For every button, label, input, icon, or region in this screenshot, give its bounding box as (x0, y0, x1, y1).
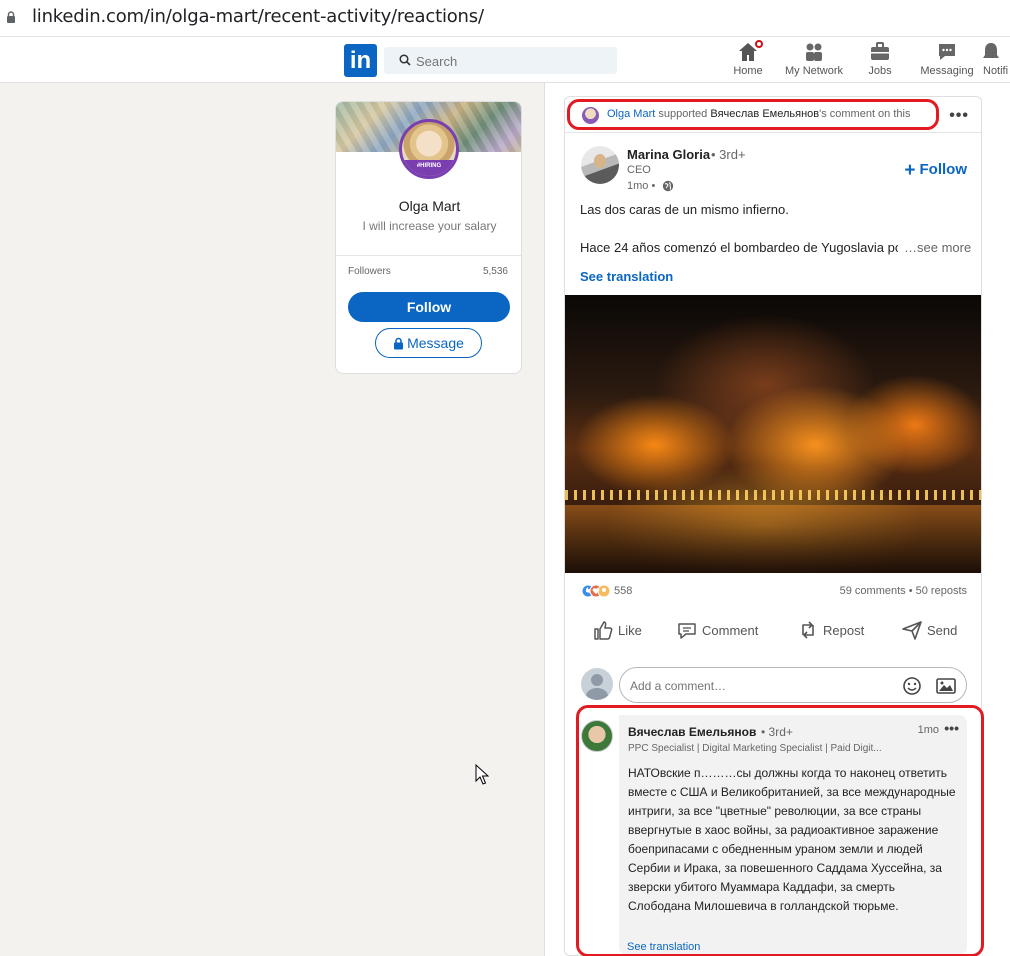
profile-name[interactable]: Olga Mart (336, 198, 521, 214)
post-text-line: Hace 24 años comenzó el bombardeo de Yug… (580, 240, 898, 255)
nav-home[interactable]: Home (710, 38, 786, 81)
nav-home-label: Home (733, 65, 763, 77)
commenter-name[interactable]: Вячеслав Емельянов (628, 725, 756, 739)
commenter-avatar[interactable] (581, 720, 613, 752)
more-options-icon[interactable]: ••• (949, 107, 969, 125)
like-button[interactable]: Like (592, 619, 642, 641)
message-button-label: Message (407, 335, 464, 351)
profile-headline: I will increase your salary (362, 219, 497, 233)
bell-icon (980, 41, 1002, 63)
divider (336, 255, 521, 256)
comment-time: 1mo (917, 724, 939, 736)
mouse-cursor-icon (475, 764, 489, 785)
browser-address-bar[interactable]: linkedin.com/in/olga-mart/recent-activit… (0, 0, 1010, 37)
emoji-icon[interactable] (902, 676, 922, 696)
nav-notifications[interactable]: Notifi (975, 41, 1010, 81)
thumbs-up-icon (594, 621, 613, 640)
nav-my-network-label: My Network (784, 65, 844, 77)
nav-my-network[interactable]: My Network (776, 41, 852, 81)
see-translation-link[interactable]: See translation (580, 269, 673, 284)
follow-button[interactable]: Follow (348, 292, 510, 322)
notification-badge (753, 38, 765, 50)
like-label: Like (618, 623, 642, 638)
messaging-icon (936, 41, 958, 63)
hiring-badge: #HIRING (402, 160, 456, 176)
repost-button[interactable]: Repost (797, 619, 864, 641)
nav-messaging-label: Messaging (920, 65, 974, 77)
comment-bubble: Вячеслав Емельянов • 3rd+ 1mo ••• PPC Sp… (619, 715, 967, 955)
home-icon (737, 38, 765, 63)
follow-author-button[interactable]: + Follow (904, 160, 967, 182)
followers-count: 5,536 (482, 266, 508, 277)
activity-suffix: 's comment on this (819, 108, 911, 120)
comment-button[interactable]: Comment (676, 619, 758, 641)
feed-post: Olga Mart supported Вячеслав Емельянов's… (564, 96, 982, 956)
url-text[interactable]: linkedin.com/in/olga-mart/recent-activit… (32, 6, 484, 27)
people-icon (803, 41, 825, 63)
author-name[interactable]: Marina Gloria (627, 147, 710, 162)
comment-input[interactable] (630, 676, 890, 696)
repost-icon (802, 621, 814, 639)
see-more-link[interactable]: …see more (904, 240, 971, 255)
nav-jobs[interactable]: Jobs (842, 41, 918, 81)
message-button[interactable]: Message (375, 328, 482, 358)
search-icon (399, 54, 411, 66)
followers-label: Followers (348, 266, 391, 277)
author-title: CEO (627, 164, 651, 176)
profile-avatar[interactable]: #HIRING (399, 119, 459, 179)
search-bar[interactable] (384, 47, 617, 74)
activity-text: Olga Mart supported Вячеслав Емельянов's… (607, 108, 910, 120)
current-user-avatar (581, 668, 613, 700)
send-button[interactable]: Send (901, 619, 957, 641)
commenter-headline: PPC Specialist | Digital Marketing Speci… (628, 743, 882, 754)
reactions-count[interactable]: 558 (614, 585, 632, 597)
activity-header: Olga Mart supported Вячеслав Емельянов's… (565, 97, 981, 133)
lock-icon (394, 337, 404, 350)
profile-card: #HIRING Olga Mart I will increase your s… (335, 101, 522, 374)
send-label: Send (927, 623, 958, 638)
comment-text: НАТОвские п………сы должны когда то наконец… (628, 766, 956, 913)
follow-author-label: Follow (919, 161, 968, 178)
plus-icon: + (904, 160, 916, 181)
linkedin-global-nav: in Home My Network Jobs Messaging (0, 37, 1010, 83)
image-icon[interactable] (936, 677, 956, 695)
search-input[interactable] (416, 51, 606, 71)
target-name-link[interactable]: Вячеслав Емельянов (710, 108, 819, 120)
actor-avatar[interactable] (582, 107, 599, 124)
linkedin-logo[interactable]: in (344, 44, 377, 77)
activity-verb: supported (658, 108, 708, 120)
comments-reposts-count[interactable]: 59 comments • 50 reposts (840, 585, 967, 597)
comment-label: Comment (702, 623, 759, 638)
comment-see-translation-link[interactable]: See translation (627, 941, 700, 953)
send-icon (902, 621, 922, 640)
connection-degree: • 3rd+ (711, 147, 746, 162)
city-lights (565, 490, 981, 500)
nav-notifications-label: Notifi (983, 65, 1009, 77)
nav-jobs-label: Jobs (868, 65, 892, 77)
briefcase-icon (869, 41, 891, 63)
post-image[interactable] (565, 295, 981, 573)
author-avatar[interactable] (581, 146, 619, 184)
globe-icon (662, 180, 674, 192)
comment-options-icon[interactable]: ••• (944, 720, 959, 736)
actor-name-link[interactable]: Olga Mart (607, 108, 655, 120)
post-time: 1mo • (627, 180, 656, 192)
comment-icon (678, 623, 696, 639)
nav-messaging[interactable]: Messaging (909, 41, 985, 81)
commenter-degree: • 3rd+ (761, 725, 793, 739)
repost-label: Repost (823, 623, 865, 638)
post-text-line: Las dos caras de un mismo infierno. (580, 202, 789, 217)
comment-input-box[interactable] (619, 667, 967, 703)
river-reflection (565, 505, 981, 573)
reactions-icon[interactable] (581, 584, 613, 598)
lock-icon (7, 11, 15, 23)
